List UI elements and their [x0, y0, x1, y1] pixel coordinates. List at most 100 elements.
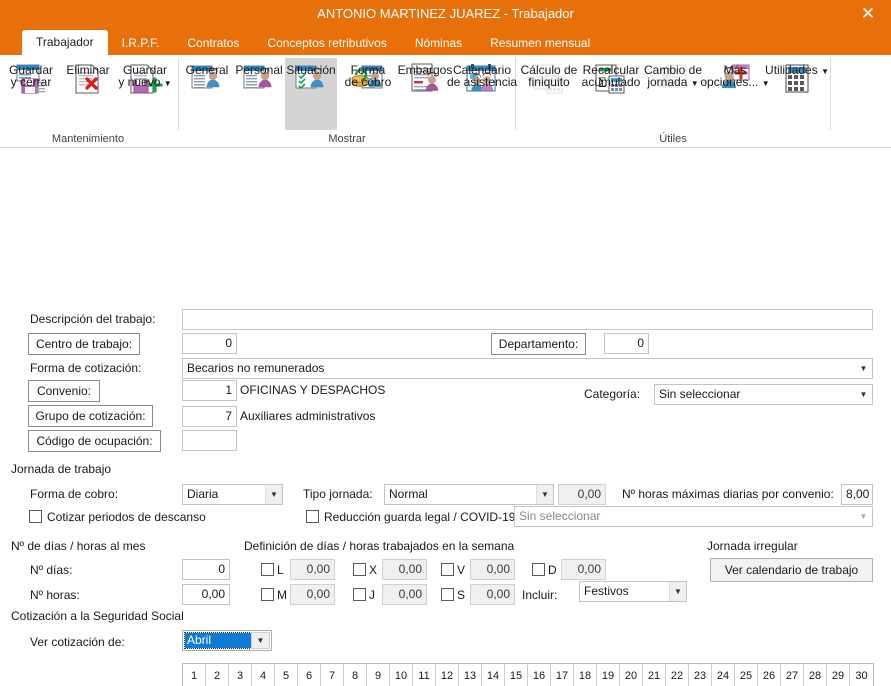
- forma-cotizacion-select[interactable]: Becarios no remunerados ▼: [182, 358, 873, 379]
- weekday-hours-L[interactable]: 0,00: [290, 559, 335, 580]
- incluir-value: Festivos: [584, 584, 629, 598]
- tab-contratos[interactable]: Contratos: [173, 31, 253, 55]
- ver-cotizacion-select[interactable]: Abril ▼: [182, 630, 272, 651]
- tab-trabajador[interactable]: Trabajador: [22, 30, 108, 55]
- cotizar-descanso-checkbox[interactable]: [29, 510, 42, 523]
- chevron-down-icon[interactable]: ▼: [669, 582, 686, 601]
- calendar-day-number: 1: [183, 664, 206, 686]
- weekday-hours-X[interactable]: 0,00: [382, 559, 427, 580]
- convenio-code-input[interactable]: 1: [182, 380, 237, 401]
- weekday-checkbox-D[interactable]: [532, 563, 545, 576]
- ribbon-button-label: Calendario de asistencia: [446, 63, 518, 89]
- calendar-day-number: 21: [643, 664, 666, 686]
- reduccion-guarda-legal-select[interactable]: Sin seleccionar ▼: [514, 506, 873, 527]
- calendar-day-number: 17: [551, 664, 574, 686]
- ribbon-group-separator: [830, 58, 831, 130]
- ribbon-button-mas-opciones[interactable]: Más opciones... ▼: [700, 58, 770, 130]
- chevron-down-icon[interactable]: ▼: [536, 485, 553, 504]
- weekday-checkbox-X[interactable]: [353, 563, 366, 576]
- weekday-checkbox-M[interactable]: [261, 588, 274, 601]
- weekday-hours-M[interactable]: 0,00: [290, 584, 335, 605]
- centro-trabajo-input[interactable]: 0: [182, 333, 237, 354]
- jornada-irregular-label: Jornada irregular: [707, 539, 798, 553]
- categoria-select[interactable]: Sin seleccionar ▼: [654, 384, 873, 405]
- form-panel: Descripción del trabajo: Centro de traba…: [0, 148, 891, 686]
- calendar-day-number: 28: [804, 664, 827, 686]
- chevron-down-icon[interactable]: ▼: [164, 79, 172, 88]
- grupo-cotizacion-code-input[interactable]: 7: [182, 406, 237, 427]
- ver-calendario-trabajo-button[interactable]: Ver calendario de trabajo: [710, 558, 873, 582]
- convenio-button[interactable]: Convenio:: [28, 380, 100, 402]
- forma-cobro-label: Forma de cobro:: [30, 487, 119, 501]
- ribbon-button-personal[interactable]: Personal: [233, 58, 285, 130]
- chevron-down-icon[interactable]: ▼: [762, 79, 770, 88]
- ribbon-button-recalcular-acumulado[interactable]: Σ Recalcular acumulado: [580, 58, 642, 130]
- cotizacion-section-label: Cotización a la Seguridad Social: [11, 609, 184, 623]
- weekday-letter-X: X: [369, 563, 378, 577]
- ribbon-button-forma-de-cobro[interactable]: Forma de cobro: [337, 58, 399, 130]
- ribbon-button-guardar-y-nuevo[interactable]: Guardar y nuevo ▼: [114, 58, 176, 130]
- ribbon-button-eliminar[interactable]: Eliminar: [62, 58, 114, 130]
- chevron-down-icon[interactable]: ▼: [691, 79, 699, 88]
- ribbon-button-calendario-de-asistencia[interactable]: Calendario de asistencia: [447, 58, 517, 130]
- tab-i-r-p-f[interactable]: I.R.P.F.: [108, 31, 174, 55]
- ribbon-button-label: Recalcular acumulado: [581, 63, 641, 89]
- ribbon-button-general[interactable]: General: [181, 58, 233, 130]
- ribbon-button-label: Personal: [235, 63, 283, 77]
- weekday-checkbox-L[interactable]: [261, 563, 274, 576]
- chevron-down-icon[interactable]: ▼: [265, 485, 282, 504]
- calendar-day-number: 16: [528, 664, 551, 686]
- ribbon-group-title: Útiles: [659, 133, 687, 145]
- ribbon-button-guardar-y-cerrar[interactable]: Guardar y cerrar: [0, 58, 62, 130]
- departamento-input[interactable]: 0: [604, 333, 649, 354]
- codigo-ocupacion-input[interactable]: [182, 430, 237, 451]
- horas-maximas-input[interactable]: 8,00: [841, 484, 873, 505]
- ribbon-button-cambio-de-jornada: Cambio de jornada ▼: [642, 58, 704, 130]
- ribbon-button-label: Guardar y cerrar: [8, 63, 54, 89]
- weekday-hours-V[interactable]: 0,00: [470, 559, 515, 580]
- centro-trabajo-button[interactable]: Centro de trabajo:: [28, 333, 140, 355]
- incluir-select[interactable]: Festivos ▼: [579, 581, 687, 602]
- dias-horas-section-label: Nº de días / horas al mes: [11, 539, 146, 553]
- calendar-day-number: 29: [827, 664, 850, 686]
- weekday-checkbox-V[interactable]: [441, 563, 454, 576]
- close-icon[interactable]: ✕: [851, 0, 885, 28]
- numero-horas-input[interactable]: 0,00: [182, 584, 230, 605]
- weekday-checkbox-J[interactable]: [353, 588, 366, 601]
- ribbon-button-label: Utilidades ▼: [765, 63, 829, 77]
- weekday-hours-D[interactable]: 0,00: [561, 559, 606, 580]
- ribbon-button-label: General: [185, 63, 229, 77]
- incluir-label: Incluir:: [522, 588, 558, 602]
- codigo-ocupacion-button[interactable]: Código de ocupación:: [28, 430, 161, 452]
- reduccion-guarda-legal-checkbox[interactable]: [306, 510, 319, 523]
- calendar-day-number: 11: [413, 664, 436, 686]
- ribbon-button-utilidades[interactable]: Utilidades ▼: [765, 58, 829, 130]
- weekday-hours-J[interactable]: 0,00: [382, 584, 427, 605]
- grupo-cotizacion-button[interactable]: Grupo de cotización:: [28, 405, 153, 427]
- numero-dias-input[interactable]: 0: [182, 559, 230, 580]
- ribbon-button-label: Eliminar: [66, 63, 110, 77]
- chevron-down-icon[interactable]: ▼: [251, 632, 270, 649]
- tab-n-minas[interactable]: Nóminas: [401, 31, 476, 55]
- calendar-day-number: 20: [620, 664, 643, 686]
- ribbon-button-embargos[interactable]: Embargos: [398, 58, 452, 130]
- weekday-hours-S[interactable]: 0,00: [470, 584, 515, 605]
- chevron-down-icon[interactable]: ▼: [855, 359, 872, 378]
- tipo-jornada-value: Normal: [389, 487, 428, 501]
- chevron-down-icon[interactable]: ▼: [855, 507, 872, 526]
- chevron-down-icon[interactable]: ▼: [855, 385, 872, 404]
- calendar-day-number: 14: [482, 664, 505, 686]
- departamento-button[interactable]: Departamento:: [491, 333, 586, 355]
- tipo-jornada-select[interactable]: Normal ▼: [384, 484, 554, 505]
- ribbon-button-situacion[interactable]: Situación: [285, 58, 337, 130]
- numero-horas-label: Nº horas:: [30, 588, 80, 602]
- forma-cobro-select[interactable]: Diaria ▼: [182, 484, 283, 505]
- calendar-day-number: 24: [712, 664, 735, 686]
- weekday-checkbox-S[interactable]: [441, 588, 454, 601]
- chevron-down-icon[interactable]: ▼: [821, 67, 829, 76]
- descripcion-trabajo-input[interactable]: [182, 309, 873, 330]
- tab-resumen-mensual[interactable]: Resumen mensual: [476, 31, 604, 55]
- ribbon-button-label: Más opciones... ▼: [700, 63, 770, 89]
- tab-conceptos-retributivos[interactable]: Conceptos retributivos: [253, 31, 400, 55]
- weekday-letter-L: L: [277, 563, 284, 577]
